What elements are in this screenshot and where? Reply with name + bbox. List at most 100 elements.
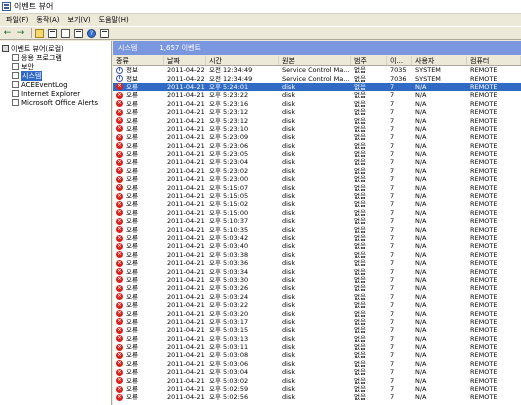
error-icon: × (116, 301, 123, 309)
table-row[interactable]: × 오류 2011-04-21 오후 5:03:11 disk 없음 7 N/A REMOTE (113, 343, 521, 351)
table-row[interactable]: × 오류 2011-04-21 오후 5:03:20 disk 없음 7 N/A REMOTE (113, 309, 521, 318)
table-row[interactable]: × 오류 2011-04-21 오후 5:15:00 disk 없음 7 N/A REMOTE (113, 209, 521, 217)
menu-file[interactable]: 파일(F) (2, 15, 32, 25)
cell-date: 2011-04-21 (167, 200, 205, 209)
error-icon: × (116, 100, 123, 108)
type-label: 오류 (126, 150, 138, 159)
table-row[interactable]: × 오류 2011-04-21 오후 5:03:06 disk 없음 7 N/A REMOTE (113, 360, 521, 368)
menu-action[interactable]: 동작(A) (32, 15, 63, 25)
up-folder-icon[interactable] (35, 28, 44, 38)
error-icon: × (116, 318, 123, 326)
table-row[interactable]: × 오류 2011-04-21 오후 5:03:02 disk 없음 7 N/A REMOTE (113, 376, 521, 385)
properties-icon[interactable] (61, 28, 70, 38)
column-header-user[interactable]: 사용자 (412, 56, 467, 65)
cell-event-id: 7 (390, 133, 395, 142)
cell-date: 2011-04-21 (167, 217, 205, 226)
column-header-type[interactable]: 종류 (113, 56, 164, 65)
table-row[interactable]: × 오류 2011-04-21 오후 5:03:42 disk 없음 7 N/A REMOTE (113, 234, 521, 242)
table-header: 종류 날짜 시간 원본 범주 이... 사용자 컴퓨터 (113, 56, 521, 66)
tree-item[interactable]: Microsoft Office Alerts (0, 98, 111, 107)
cell-event-id: 7 (390, 192, 395, 201)
column-header-date[interactable]: 날짜 (164, 56, 206, 65)
table-row[interactable]: × 오류 2011-04-21 오후 5:15:02 disk 없음 7 N/A REMOTE (113, 200, 521, 208)
tree-item[interactable]: 보안 (0, 62, 111, 71)
table-row[interactable]: × 오류 2011-04-21 오후 5:23:00 disk 없음 7 N/A REMOTE (113, 175, 521, 183)
tree-item[interactable]: 응용 프로그램 (0, 53, 111, 62)
cell-category: 없음 (354, 133, 366, 142)
column-header-category[interactable]: 범주 (351, 56, 387, 65)
table-row[interactable]: × 오류 2011-04-21 오후 5:10:37 disk 없음 7 N/A REMOTE (113, 217, 521, 225)
cell-user: N/A (415, 284, 427, 293)
table-row[interactable]: × 오류 2011-04-21 오후 5:03:30 disk 없음 7 N/A REMOTE (113, 276, 521, 284)
table-row[interactable]: × 오류 2011-04-21 오후 5:23:16 disk 없음 7 N/A REMOTE (113, 100, 521, 108)
toolbar-separator (31, 28, 32, 38)
table-row[interactable]: i 정보 2011-04-22 오전 12:34:49 Service Control … (113, 74, 521, 83)
table-row[interactable]: × 오류 2011-04-21 오후 5:23:12 disk 없음 7 N/A REMOTE (113, 108, 521, 116)
table-row[interactable]: × 오류 2011-04-21 오후 5:03:34 disk 없음 7 N/A REMOTE (113, 267, 521, 276)
show-hide-tree-icon[interactable] (48, 28, 57, 38)
menu-view[interactable]: 보기(V) (64, 15, 95, 25)
table-row[interactable]: i 정보 2011-04-22 오전 12:34:49 Service Control … (113, 66, 521, 74)
table-row[interactable]: × 오류 2011-04-21 오후 5:23:22 disk 없음 7 N/A REMOTE (113, 91, 521, 99)
cell-category: 없음 (354, 192, 366, 201)
table-row[interactable]: × 오류 2011-04-21 오후 5:23:12 disk 없음 7 N/A REMOTE (113, 116, 521, 125)
table-row[interactable]: × 오류 2011-04-21 오후 5:03:17 disk 없음 7 N/A REMOTE (113, 318, 521, 326)
cell-type: × 오류 (113, 335, 164, 343)
cell-user: N/A (415, 183, 427, 192)
cell-type: × 오류 (113, 100, 164, 108)
column-header-source[interactable]: 원본 (279, 56, 351, 65)
column-header-computer[interactable]: 컴퓨터 (467, 56, 521, 65)
cell-type: × 오류 (113, 284, 164, 292)
table-row[interactable]: × 오류 2011-04-21 오후 5:23:06 disk 없음 7 N/A REMOTE (113, 142, 521, 150)
type-label: 오류 (126, 133, 138, 142)
cell-type: × 오류 (113, 133, 164, 141)
tree-item[interactable]: 시스템 (0, 70, 111, 81)
table-row[interactable]: × 오류 2011-04-21 오후 5:03:26 disk 없음 7 N/A REMOTE (113, 284, 521, 292)
cell-date: 2011-04-21 (167, 175, 205, 184)
back-arrow-icon[interactable]: ← (2, 28, 13, 38)
cell-computer: REMOTE (470, 393, 498, 402)
menu-help[interactable]: 도움말(H) (95, 15, 133, 25)
table-row[interactable]: × 오류 2011-04-21 오후 5:23:02 disk 없음 7 N/A REMOTE (113, 167, 521, 175)
cell-computer: REMOTE (470, 267, 498, 276)
table-row[interactable]: × 오류 2011-04-21 오후 5:23:04 disk 없음 7 N/A REMOTE (113, 158, 521, 166)
table-row[interactable]: × 오류 2011-04-21 오후 5:10:35 disk 없음 7 N/A REMOTE (113, 225, 521, 234)
cell-computer: REMOTE (470, 183, 498, 192)
table-row[interactable]: × 오류 2011-04-21 오후 5:23:09 disk 없음 7 N/A REMOTE (113, 133, 521, 141)
table-row[interactable]: × 오류 2011-04-21 오후 5:24:01 disk 없음 7 N/A REMOTE (113, 82, 521, 92)
cell-computer: REMOTE (470, 200, 498, 209)
table-row[interactable]: × 오류 2011-04-21 오후 5:02:59 disk 없음 7 N/A REMOTE (113, 385, 521, 393)
table-row[interactable]: × 오류 2011-04-21 오후 5:03:13 disk 없음 7 N/A REMOTE (113, 335, 521, 343)
tree-item[interactable]: Internet Explorer (0, 89, 111, 98)
help-icon[interactable]: ? (87, 28, 96, 38)
cell-user: N/A (415, 200, 427, 209)
table-row[interactable]: × 오류 2011-04-21 오후 5:03:38 disk 없음 7 N/A REMOTE (113, 251, 521, 259)
column-header-event[interactable]: 이... (387, 56, 412, 65)
table-row[interactable]: × 오류 2011-04-21 오후 5:15:05 disk 없음 7 N/A REMOTE (113, 192, 521, 200)
forward-arrow-icon[interactable]: → (15, 28, 26, 38)
cell-computer: REMOTE (470, 359, 498, 368)
cell-source: disk (282, 234, 296, 242)
column-header-time[interactable]: 시간 (206, 56, 279, 65)
table-row[interactable]: × 오류 2011-04-21 오후 5:03:04 disk 없음 7 N/A REMOTE (113, 368, 521, 376)
cell-category: 없음 (354, 116, 366, 125)
table-row[interactable]: × 오류 2011-04-21 오후 5:23:05 disk 없음 7 N/A REMOTE (113, 150, 521, 158)
cell-category: 없음 (354, 284, 366, 293)
table-row[interactable]: × 오류 2011-04-21 오후 5:23:10 disk 없음 7 N/A REMOTE (113, 125, 521, 133)
export-list-icon[interactable] (74, 28, 83, 38)
tree-item[interactable]: ACEEventLog (0, 80, 111, 89)
table-row[interactable]: × 오류 2011-04-21 오후 5:03:15 disk 없음 7 N/A REMOTE (113, 326, 521, 334)
table-row[interactable]: × 오류 2011-04-21 오후 5:15:07 disk 없음 7 N/A REMOTE (113, 183, 521, 192)
table-row[interactable]: × 오류 2011-04-21 오후 5:03:24 disk 없음 7 N/A REMOTE (113, 293, 521, 301)
table-row[interactable]: × 오류 2011-04-21 오후 5:03:22 disk 없음 7 N/A REMOTE (113, 301, 521, 309)
cell-time: 오후 5:15:02 (209, 200, 249, 209)
cell-type: × 오류 (113, 117, 164, 125)
table-row[interactable]: × 오류 2011-04-21 오후 5:02:56 disk 없음 7 N/A REMOTE (113, 393, 521, 401)
cell-computer: REMOTE (470, 317, 498, 326)
view-icon[interactable] (100, 28, 109, 38)
cell-date: 2011-04-21 (167, 242, 205, 251)
error-icon: × (116, 284, 123, 292)
table-row[interactable]: × 오류 2011-04-21 오후 5:03:40 disk 없음 7 N/A REMOTE (113, 242, 521, 250)
table-row[interactable]: × 오류 2011-04-21 오후 5:03:36 disk 없음 7 N/A REMOTE (113, 259, 521, 267)
table-row[interactable]: × 오류 2011-04-21 오후 5:03:08 disk 없음 7 N/A REMOTE (113, 351, 521, 359)
